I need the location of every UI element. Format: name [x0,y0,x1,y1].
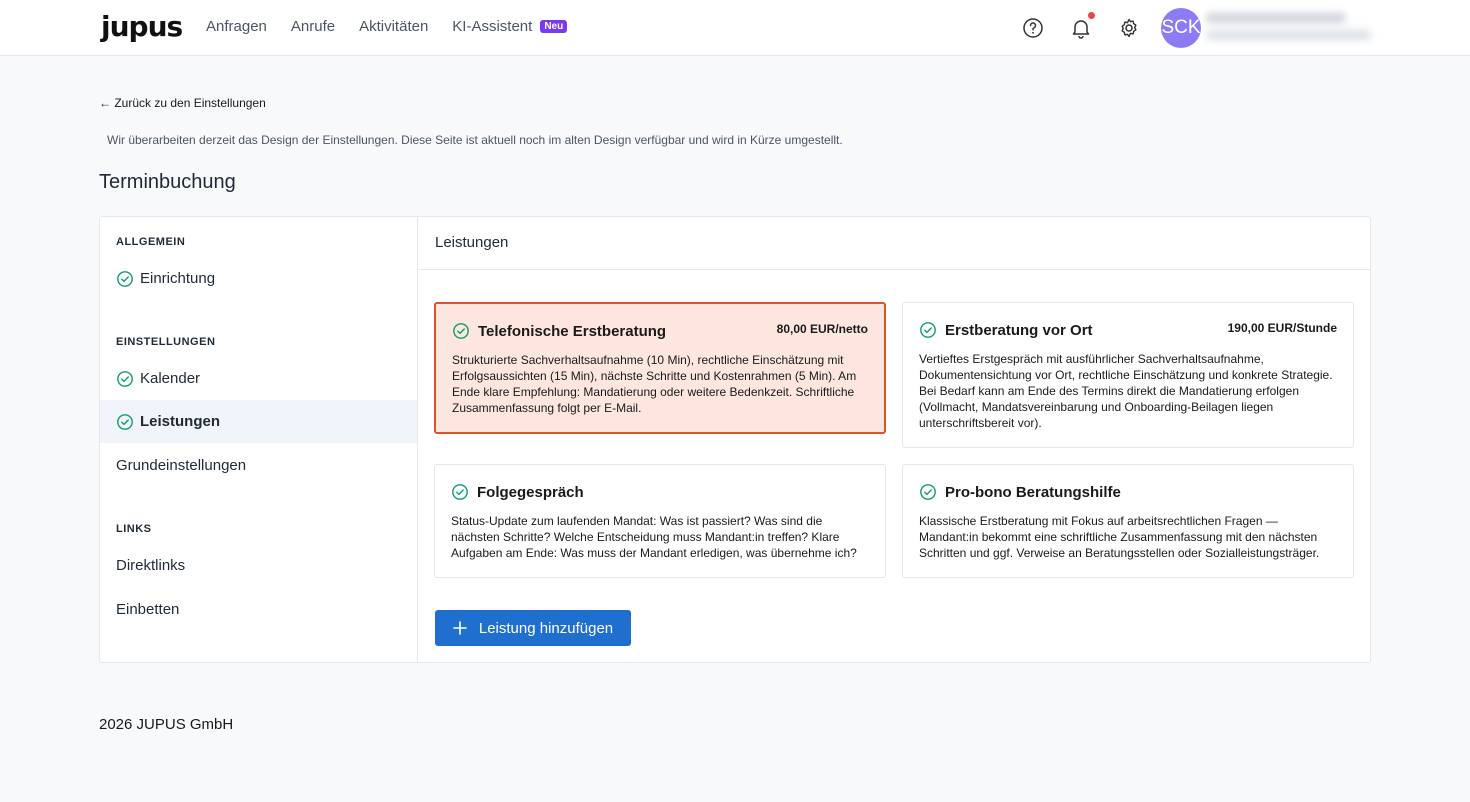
sidebar-item-einbetten[interactable]: Einbetten [100,588,417,631]
notification-dot [1088,12,1095,19]
user-info-blurred[interactable] [1206,13,1374,45]
service-description: Strukturierte Sachverhaltsaufnahme (10 M… [452,353,857,415]
sidebar-item-label: Direktlinks [116,557,186,574]
service-card-pro-bono-beratungshilfe[interactable]: Pro-bono Beratungshilfe Klassische Erstb… [902,464,1354,578]
jupus-logo[interactable]: jupus [101,10,183,43]
plus-icon [453,621,467,635]
nav-ki-assistent-label: KI-Assistent [452,18,533,35]
service-price: 80,00 EUR/netto [776,322,868,336]
service-title: Pro-bono Beratungshilfe [945,483,1121,501]
check-circle-icon [117,270,133,287]
settings-sidebar: ALLGEMEIN Einrichtung EINSTELLUNGEN Kale… [100,217,418,662]
sidebar-item-einrichtung[interactable]: Einrichtung [100,257,417,300]
leistungen-content: Leistungen Telefonische Erstberatung 80,… [419,217,1370,662]
service-card-erstberatung-vor-ort[interactable]: Erstberatung vor Ort 190,00 EUR/Stunde V… [902,302,1354,448]
sidebar-item-direktlinks[interactable]: Direktlinks [100,544,417,587]
service-description: Vertieftes Erstgespräch mit ausführliche… [919,352,1333,430]
add-service-button[interactable]: Leistung hinzufügen [435,610,631,646]
section-title-einstellungen: EINSTELLUNGEN [116,336,216,348]
service-title: Telefonische Erstberatung [478,322,667,340]
check-circle-icon [117,413,133,430]
check-circle-icon [920,322,936,338]
help-icon[interactable] [1021,16,1045,40]
nav-ki-assistent[interactable]: KI-Assistent Neu [452,18,568,35]
sidebar-item-label: Kalender [140,370,201,387]
main-nav: Anfragen Anrufe Aktivitäten KI-Assistent… [206,18,568,35]
top-navbar: jupus Anfragen Anrufe Aktivitäten KI-Ass… [0,0,1470,56]
page-title: Terminbuchung [99,171,236,193]
nav-anfragen[interactable]: Anfragen [206,18,267,35]
content-header: Leistungen [419,217,1370,270]
sidebar-item-label: Leistungen [140,413,221,430]
new-badge: Neu [540,20,568,33]
bell-icon[interactable] [1069,16,1093,40]
service-card-folgegespraech[interactable]: Folgegespräch Status-Update zum laufende… [434,464,886,578]
section-title-allgemein: ALLGEMEIN [116,236,186,248]
sidebar-item-leistungen[interactable]: Leistungen [100,400,417,443]
gear-icon[interactable] [1117,16,1141,40]
footer-copyright: 2026 JUPUS GmbH [99,716,234,733]
sidebar-item-grundeinstellungen[interactable]: Grundeinstellungen [100,444,417,487]
check-circle-icon [453,323,469,339]
sidebar-item-label: Grundeinstellungen [116,457,247,474]
sidebar-item-label: Einrichtung [140,270,216,287]
check-circle-icon [117,370,133,387]
service-title: Folgegespräch [477,483,584,501]
service-price: 190,00 EUR/Stunde [1227,321,1337,335]
nav-aktivitaeten[interactable]: Aktivitäten [359,18,428,35]
nav-anrufe[interactable]: Anrufe [291,18,335,35]
avatar[interactable]: SCK [1161,8,1201,48]
service-description: Klassische Erstberatung mit Fokus auf ar… [919,514,1320,560]
check-circle-icon [920,484,936,500]
back-to-settings-link[interactable]: ← Zurück zu den Einstellungen [99,96,266,110]
check-circle-icon [452,484,468,500]
settings-panel: ALLGEMEIN Einrichtung EINSTELLUNGEN Kale… [99,216,1371,663]
service-description: Status-Update zum laufenden Mandat: Was … [451,514,857,560]
service-title: Erstberatung vor Ort [945,321,1093,339]
section-title-links: LINKS [116,523,152,535]
add-service-label: Leistung hinzufügen [478,619,614,637]
service-card-telefonische-erstberatung[interactable]: Telefonische Erstberatung 80,00 EUR/nett… [434,302,886,434]
sidebar-item-label: Einbetten [116,601,180,618]
sidebar-item-kalender[interactable]: Kalender [100,357,417,400]
redesign-notice: Wir überarbeiten derzeit das Design der … [107,133,843,147]
